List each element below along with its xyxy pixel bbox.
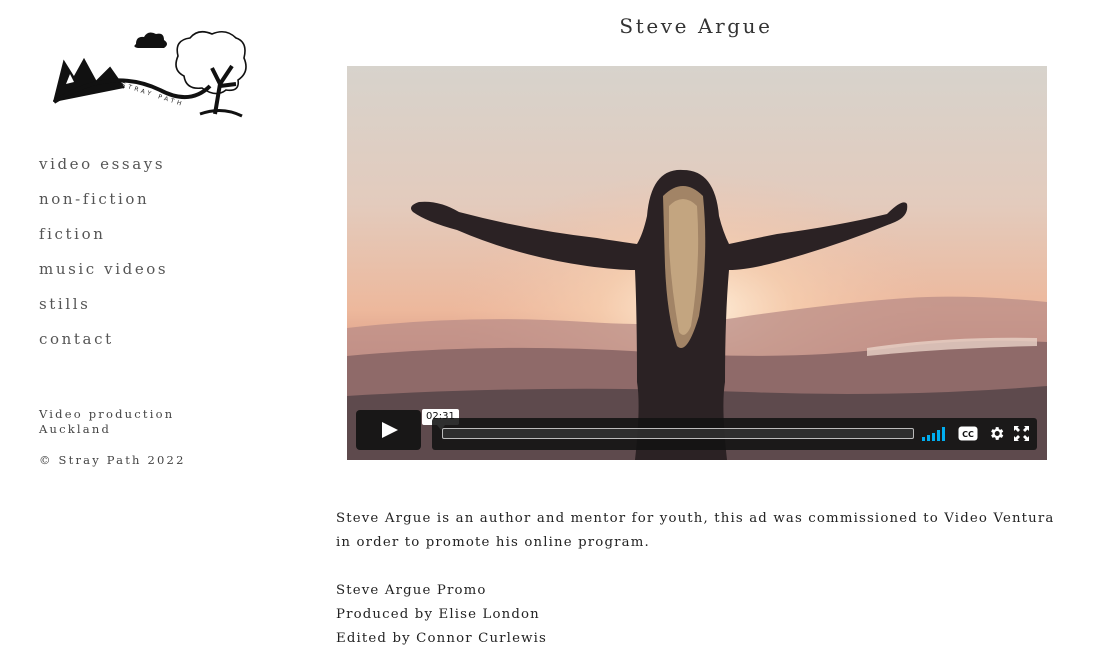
credit-line: Produced by Elise London <box>336 607 540 622</box>
nav-item-non-fiction[interactable]: non-fiction <box>39 189 168 224</box>
gear-icon[interactable] <box>988 425 1005 442</box>
nav-item-stills[interactable]: stills <box>39 294 168 329</box>
player-control-bar: CC <box>432 418 1037 450</box>
page: STRAY PATH video essays non-fiction fict… <box>0 0 1095 652</box>
video-description: Steve Argue is an author and mentor for … <box>336 511 1055 550</box>
info-line-2: Auckland <box>39 422 112 436</box>
progress-bar[interactable] <box>442 428 914 439</box>
credit-line: Steve Argue Promo <box>336 583 487 598</box>
page-title: Steve Argue <box>619 14 773 38</box>
closed-captions-icon[interactable]: CC <box>958 426 978 441</box>
play-icon <box>382 422 398 438</box>
nav-item-contact[interactable]: contact <box>39 329 168 364</box>
play-button[interactable] <box>356 410 421 450</box>
svg-text:CC: CC <box>962 430 974 439</box>
main-nav: video essays non-fiction fiction music v… <box>39 154 168 364</box>
video-player[interactable]: 02:31 CC <box>347 66 1047 460</box>
nav-item-video-essays[interactable]: video essays <box>39 154 168 189</box>
info-line-1: Video production <box>39 407 175 421</box>
nav-item-music-videos[interactable]: music videos <box>39 259 168 294</box>
stray-path-logo-icon: STRAY PATH <box>52 30 247 118</box>
fullscreen-icon[interactable] <box>1014 426 1029 441</box>
credits: Steve Argue Promo Produced by Elise Lond… <box>336 579 547 651</box>
copyright: © Stray Path 2022 <box>39 453 186 467</box>
volume-icon[interactable] <box>922 427 948 441</box>
video-frame <box>347 66 1047 460</box>
company-info: Video production Auckland <box>39 407 174 437</box>
nav-item-fiction[interactable]: fiction <box>39 224 168 259</box>
stray-path-logo[interactable]: STRAY PATH <box>50 26 250 118</box>
credit-line: Edited by Connor Curlewis <box>336 631 547 646</box>
